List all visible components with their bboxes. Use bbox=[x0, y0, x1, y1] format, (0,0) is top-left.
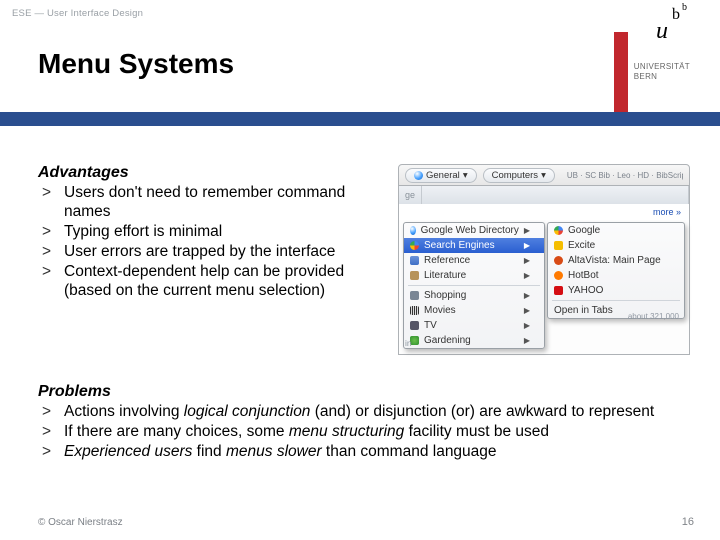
d-y-icon bbox=[554, 286, 563, 295]
bullet-marker: > bbox=[42, 423, 64, 442]
menu-item-label: Reference bbox=[424, 255, 470, 266]
submenu-item-label: AltaVista: Main Page bbox=[568, 255, 661, 266]
d-ref-icon bbox=[410, 256, 419, 265]
submenu-item-label: Excite bbox=[568, 240, 595, 251]
menu-item[interactable]: TV ▶ bbox=[404, 318, 544, 333]
chevron-right-icon: ▶ bbox=[524, 256, 530, 265]
d-hot-icon bbox=[554, 271, 563, 280]
d-av-icon bbox=[554, 256, 563, 265]
list-item: >Typing effort is minimal bbox=[42, 223, 384, 242]
bullet-marker: > bbox=[42, 403, 64, 422]
chevron-right-icon: ▶ bbox=[524, 336, 530, 345]
more-link[interactable]: more » bbox=[653, 207, 681, 217]
menu-item[interactable]: Search Engines ▶ bbox=[404, 238, 544, 253]
menu-illustration: General ▾ Computers ▾ UB · SC Bib · Leo … bbox=[398, 164, 690, 355]
problems-heading: Problems bbox=[38, 383, 690, 401]
header-course-label: ESE — User Interface Design bbox=[12, 8, 143, 19]
university-logo: u bb bbox=[610, 6, 690, 50]
menu-item[interactable]: Gardening ▶ bbox=[404, 333, 544, 348]
mock-toolbar: General ▾ Computers ▾ UB · SC Bib · Leo … bbox=[398, 164, 690, 186]
submenu-item-label: HotBot bbox=[568, 270, 599, 281]
toolbar-trailing-text: UB · SC Bib · Leo · HD · BibScript bbox=[567, 171, 683, 180]
toolbar-pill-computers[interactable]: Computers ▾ bbox=[483, 168, 555, 183]
advantages-heading: Advantages bbox=[38, 164, 384, 182]
advantages-list: >Users don't need to remember command na… bbox=[38, 184, 384, 300]
menu-item-label: Search Engines bbox=[424, 240, 495, 251]
mock-tabbar: ge bbox=[398, 186, 690, 204]
uni-letter-b: bb bbox=[672, 6, 680, 24]
menu-item-label: Literature bbox=[424, 270, 466, 281]
submenu-item[interactable]: YAHOO bbox=[548, 283, 684, 298]
menu-item-label: TV bbox=[424, 320, 437, 331]
d-excite-icon bbox=[554, 241, 563, 250]
menu-item-label: Gardening bbox=[424, 335, 471, 346]
submenu-item[interactable]: Google bbox=[548, 223, 684, 238]
submenu-item-label: YAHOO bbox=[568, 285, 603, 296]
chevron-right-icon: ▶ bbox=[524, 241, 530, 250]
chevron-right-icon: ▶ bbox=[524, 321, 530, 330]
uni-letter-u: u bbox=[656, 18, 668, 45]
menu-item-label: Shopping bbox=[424, 290, 466, 301]
list-item: >Context-dependent help can be provided … bbox=[42, 263, 384, 301]
submenu-item[interactable]: HotBot bbox=[548, 268, 684, 283]
menu-item-label: Movies bbox=[424, 305, 456, 316]
submenu-item[interactable]: AltaVista: Main Page bbox=[548, 253, 684, 268]
d-tv-icon bbox=[410, 321, 419, 330]
chevron-right-icon: ▶ bbox=[524, 306, 530, 315]
tab-truncated-left[interactable]: ge bbox=[399, 186, 422, 204]
problems-list: >Actions involving logical conjunction (… bbox=[38, 403, 690, 462]
chevron-right-icon: ▶ bbox=[524, 271, 530, 280]
title-underline-bar bbox=[0, 112, 720, 126]
footer-page-number: 16 bbox=[682, 516, 694, 528]
globe-icon bbox=[414, 171, 423, 180]
footer-copyright: © Oscar Nierstrasz bbox=[38, 517, 123, 528]
page-title: Menu Systems bbox=[38, 48, 234, 80]
menu-item-label: Google Web Directory bbox=[421, 225, 519, 236]
d-lit-icon bbox=[410, 271, 419, 280]
d-goog-icon bbox=[554, 226, 563, 235]
list-item: >Users don't need to remember command na… bbox=[42, 184, 384, 222]
list-item: >User errors are trapped by the interfac… bbox=[42, 243, 384, 262]
submenu-item[interactable]: Excite bbox=[548, 238, 684, 253]
menu-item[interactable]: Movies ▶ bbox=[404, 303, 544, 318]
ghost-result-count: about 321,000 bbox=[628, 312, 679, 321]
bullet-marker: > bbox=[42, 243, 64, 262]
list-item: >Actions involving logical conjunction (… bbox=[42, 403, 690, 422]
mock-link-bar: more » bbox=[398, 204, 690, 220]
bullet-marker: > bbox=[42, 184, 64, 222]
d-cart-icon bbox=[410, 291, 419, 300]
toolbar-pill-general[interactable]: General ▾ bbox=[405, 168, 477, 183]
chevron-right-icon: ▶ bbox=[524, 226, 530, 235]
list-item: >Experienced users find menus slower tha… bbox=[42, 443, 690, 462]
bullet-marker: > bbox=[42, 223, 64, 242]
menu-item[interactable]: Google Web Directory ▶ bbox=[404, 223, 544, 238]
menu-item[interactable]: Literature ▶ bbox=[404, 268, 544, 283]
d-globe-icon bbox=[410, 226, 416, 235]
context-submenu: Google Excite AltaVista: Main Page HotBot YA… bbox=[547, 222, 685, 319]
submenu-item-label: Open in Tabs bbox=[554, 305, 613, 316]
ghost-inline-text: in bbox=[405, 338, 412, 348]
uni-b-superscript: b bbox=[682, 2, 687, 13]
d-film-icon bbox=[410, 306, 419, 315]
submenu-item-label: Google bbox=[568, 225, 600, 236]
chevron-right-icon: ▶ bbox=[524, 291, 530, 300]
tab-item[interactable] bbox=[422, 186, 689, 204]
context-menu-primary: Google Web Directory▶Search Engines▶Refe… bbox=[403, 222, 545, 349]
university-name: UNIVERSITÄT BERN bbox=[634, 62, 690, 82]
d-goog-icon bbox=[410, 241, 419, 250]
list-item: >If there are many choices, some menu st… bbox=[42, 423, 690, 442]
menu-item[interactable]: Shopping ▶ bbox=[404, 288, 544, 303]
bullet-marker: > bbox=[42, 263, 64, 301]
menu-item[interactable]: Reference ▶ bbox=[404, 253, 544, 268]
bullet-marker: > bbox=[42, 443, 64, 462]
